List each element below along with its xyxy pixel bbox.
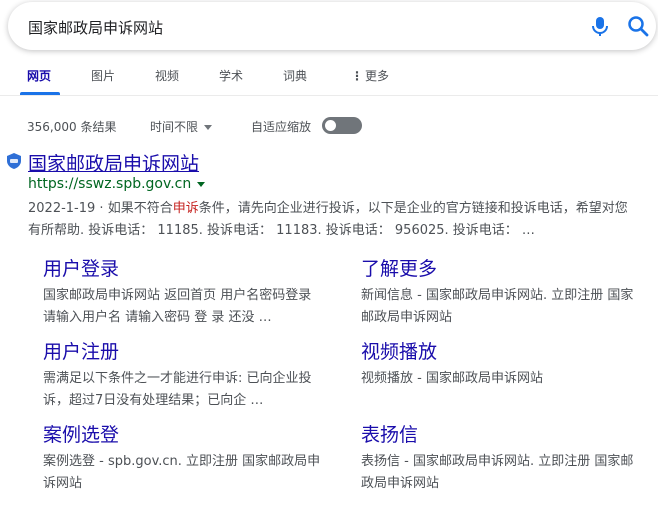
- time-filter-label: 时间不限: [150, 120, 199, 134]
- search-bar: [8, 2, 656, 50]
- sitelink-desc: 国家邮政局申诉网站 返回首页 用户名密码登录 请输入用户名 请输入密码 登 录 …: [43, 288, 312, 325]
- sitelink-desc: 表扬信 - 国家邮政局申诉网站. 立即注册 国家邮政局申诉网站: [361, 454, 634, 491]
- sitelink-title[interactable]: 用户注册: [43, 337, 323, 364]
- tab-academic[interactable]: 学术: [219, 67, 243, 84]
- tab-more[interactable]: ⋮ 更多: [351, 67, 389, 84]
- tab-videos[interactable]: 视频: [155, 67, 179, 84]
- more-dots-icon: ⋮: [351, 69, 363, 83]
- tab-dictionary[interactable]: 词典: [283, 67, 307, 84]
- sitelink-login: 用户登录 国家邮政局申诉网站 返回首页 用户名密码登录 请输入用户名 请输入密码…: [43, 254, 323, 329]
- site-favicon-icon: [6, 153, 22, 169]
- sitelink-register: 用户注册 需满足以下条件之一才能进行申诉: 已向企业投诉，超过7日没有处理结果；…: [43, 337, 323, 412]
- toggle-knob: [325, 120, 336, 131]
- time-filter-dropdown[interactable]: 时间不限: [150, 118, 213, 135]
- result-url-text: https://sswz.spb.gov.cn: [28, 176, 192, 192]
- autozoom-label: 自适应缩放: [251, 120, 312, 134]
- sitelink-desc: 新闻信息 - 国家邮政局申诉网站. 立即注册 国家邮政局申诉网站: [361, 288, 634, 325]
- sitelink-title[interactable]: 表扬信: [361, 420, 641, 447]
- sitelink-title[interactable]: 案例选登: [43, 420, 323, 447]
- sitelink-desc: 需满足以下条件之一才能进行申诉: 已向企业投诉，超过7日没有处理结果；已向企 …: [43, 371, 312, 408]
- sitelink-desc: 视频播放 - 国家邮政局申诉网站: [361, 371, 543, 386]
- result-title-link[interactable]: 国家邮政局申诉网站: [28, 149, 199, 176]
- sitelink-title[interactable]: 视频播放: [361, 337, 641, 364]
- result-url[interactable]: https://sswz.spb.gov.cn: [28, 176, 206, 192]
- snippet-text-before: 如果不符合: [107, 201, 173, 216]
- tab-more-label: 更多: [365, 69, 390, 83]
- tab-web[interactable]: 网页: [27, 67, 51, 84]
- tabs-divider: [0, 95, 658, 96]
- url-dropdown-icon[interactable]: [197, 181, 206, 187]
- microphone-icon[interactable]: [590, 16, 610, 38]
- result-count: 356,000 条结果: [27, 120, 117, 134]
- result-snippet: 2022-1-19 · 如果不符合申诉条件，请先向企业进行投诉，以下是企业的官方…: [28, 198, 632, 242]
- sitelink-title[interactable]: 了解更多: [361, 254, 641, 281]
- search-icon[interactable]: [627, 15, 649, 37]
- search-tabs: 网页 图片 视频 学术 词典 ⋮ 更多: [0, 62, 658, 96]
- chevron-down-icon: [204, 125, 213, 130]
- sitelink-video: 视频播放 视频播放 - 国家邮政局申诉网站: [361, 337, 641, 390]
- sitelink-desc: 案例选登 - spb.gov.cn. 立即注册 国家邮政局申诉网站: [43, 454, 321, 491]
- sitelink-praise: 表扬信 表扬信 - 国家邮政局申诉网站. 立即注册 国家邮政局申诉网站: [361, 420, 641, 495]
- sitelink-title[interactable]: 用户登录: [43, 254, 323, 281]
- snippet-separator: ·: [95, 201, 108, 216]
- autozoom-toggle[interactable]: [322, 117, 362, 134]
- sitelink-cases: 案例选登 案例选登 - spb.gov.cn. 立即注册 国家邮政局申诉网站: [43, 420, 323, 495]
- snippet-highlight: 申诉: [172, 201, 199, 216]
- tab-images[interactable]: 图片: [91, 67, 115, 84]
- result-date: 2022-1-19: [28, 201, 96, 216]
- sitelink-learn-more: 了解更多 新闻信息 - 国家邮政局申诉网站. 立即注册 国家邮政局申诉网站: [361, 254, 641, 329]
- search-input[interactable]: [28, 15, 568, 39]
